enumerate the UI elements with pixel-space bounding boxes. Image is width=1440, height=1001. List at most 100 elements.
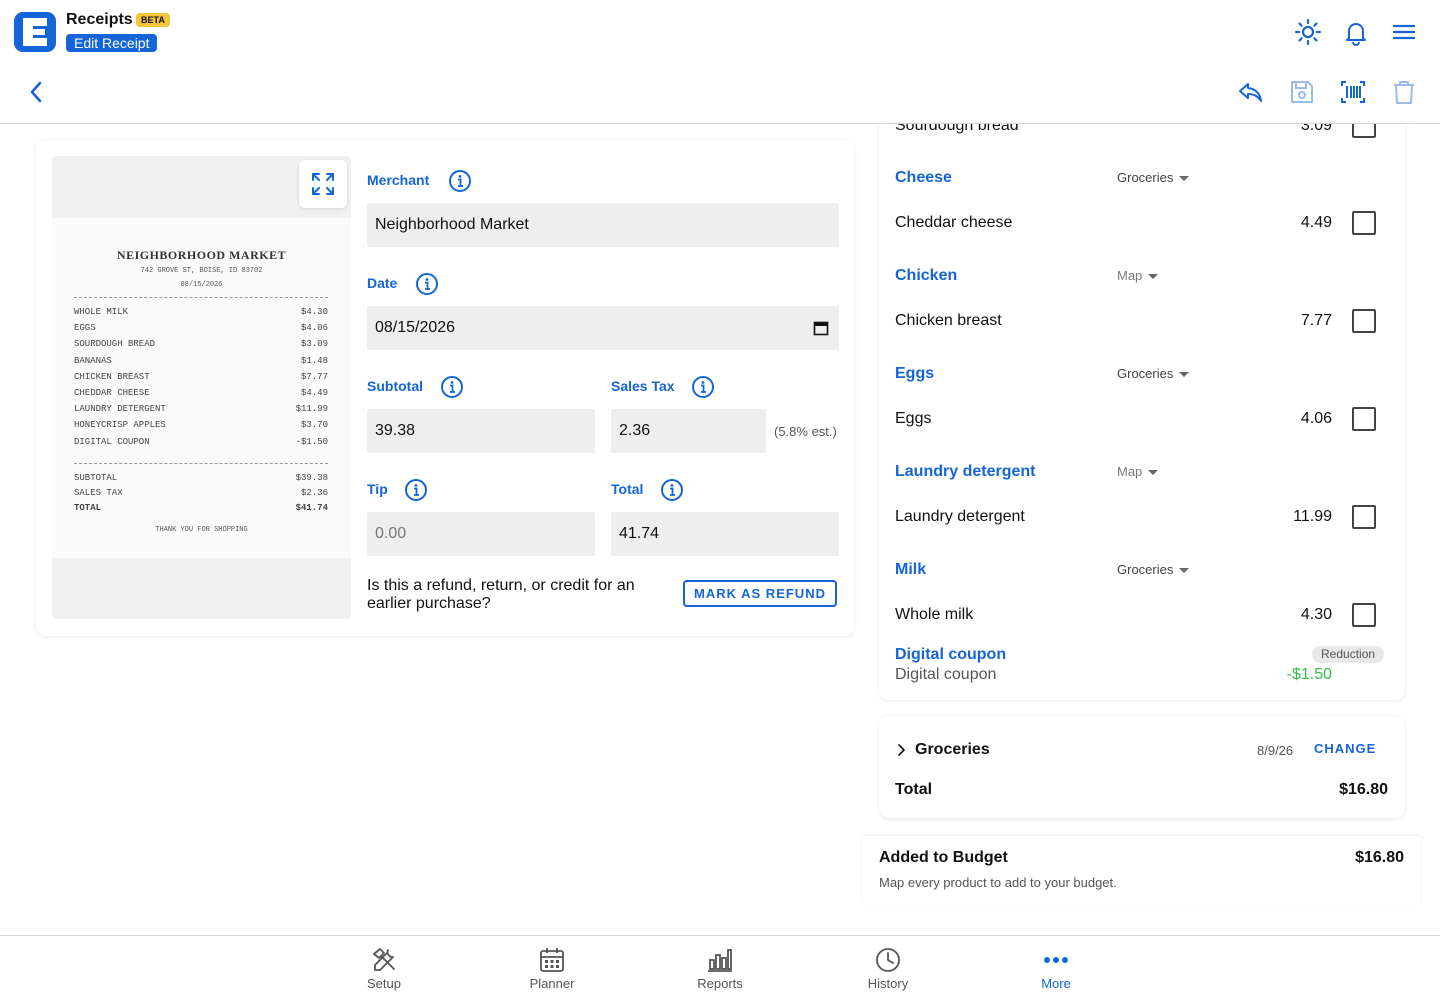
item-name: Laundry detergent xyxy=(895,508,1025,525)
page-label: Edit Receipt xyxy=(66,34,158,52)
sales-tax-label: Sales Tax xyxy=(611,378,675,394)
nav-item-setup[interactable]: Setup xyxy=(334,936,434,1001)
item-checkbox[interactable] xyxy=(1352,603,1376,627)
reduction-amount: -$1.50 xyxy=(1286,666,1332,683)
date-info-icon[interactable] xyxy=(415,272,439,296)
receipt-line: DIGITAL COUPON -$1.50 xyxy=(74,437,328,447)
refund-question: Is this a refund, return, or credit for … xyxy=(367,577,635,612)
item-checkbox[interactable] xyxy=(1352,505,1376,529)
back-chevron-icon[interactable] xyxy=(24,78,50,106)
sales-tax-input[interactable]: 2.36 xyxy=(611,409,766,453)
budget-category-dropdown[interactable]: Groceries xyxy=(1117,562,1190,577)
category-name[interactable]: Milk xyxy=(895,561,926,579)
budget-category-dropdown[interactable]: Map xyxy=(1117,268,1159,283)
bottom-nav: Setup Planner Reports History More xyxy=(0,935,1440,1000)
nav-item-planner[interactable]: Planner xyxy=(502,936,602,1001)
receipt-line-amount: $4.49 xyxy=(300,388,328,398)
tip-info-icon[interactable] xyxy=(404,478,428,502)
item-checkbox[interactable] xyxy=(1352,309,1376,333)
item-name: Whole milk xyxy=(895,606,974,623)
item-checkbox[interactable] xyxy=(1352,211,1376,235)
budget-category-value: Groceries xyxy=(1117,170,1174,185)
budget-category-dropdown[interactable]: Groceries xyxy=(1117,366,1190,381)
item-checkbox[interactable] xyxy=(1352,124,1376,138)
category-name[interactable]: Eggs xyxy=(895,365,934,383)
merchant-info-icon[interactable] xyxy=(448,169,472,193)
item-price: 7.77 xyxy=(1300,312,1332,329)
calendar-picker-icon[interactable] xyxy=(813,320,829,336)
category-name[interactable]: Cheese xyxy=(895,169,952,187)
item-price: 11.99 xyxy=(1293,508,1332,525)
caret-down-icon xyxy=(1148,274,1159,280)
beta-badge: BETA xyxy=(136,13,170,27)
subtotal-label: Subtotal xyxy=(367,378,423,394)
item-price: 4.49 xyxy=(1300,214,1332,231)
item-price: 3.09 xyxy=(1300,124,1332,134)
trash-icon[interactable] xyxy=(1390,78,1418,106)
receipt-line-name: EGGS xyxy=(74,323,96,334)
group-name[interactable]: Groceries xyxy=(915,741,990,759)
budget-category-dropdown[interactable]: Map xyxy=(1117,464,1159,479)
receipt-line: WHOLE MILK $4.30 xyxy=(74,307,328,317)
app-header: Receipts BETA Edit Receipt xyxy=(0,0,1440,124)
sales-tax-info-icon[interactable] xyxy=(691,375,715,399)
sun-icon[interactable] xyxy=(1294,18,1322,46)
item-checkbox[interactable] xyxy=(1352,407,1376,431)
receipt-line-name: CHICKEN BREAST xyxy=(74,371,150,382)
item-group: Cheese Groceries Cheddar cheese 4.49 xyxy=(879,169,1405,259)
reduction-category-name[interactable]: Digital coupon xyxy=(895,646,1006,664)
item-name: Chicken breast xyxy=(895,312,1002,329)
change-button[interactable]: CHANGE xyxy=(1314,741,1376,756)
budget-category-value: Groceries xyxy=(1117,366,1174,381)
save-icon[interactable] xyxy=(1288,78,1316,106)
info-icon xyxy=(416,273,438,295)
subtotal-input[interactable]: 39.38 xyxy=(367,409,595,453)
receipt-line: HONEYCRISP APPLES $3.70 xyxy=(74,420,328,430)
receipt-line-amount: -$1.50 xyxy=(295,436,328,447)
total-info-icon[interactable] xyxy=(660,478,684,502)
receipt-line-amount: $11.99 xyxy=(295,404,328,415)
reply-icon[interactable] xyxy=(1236,78,1264,106)
receipt-address: 742 GROVE ST, BOISE, ID 83702 xyxy=(140,267,263,275)
menu-icon[interactable] xyxy=(1390,18,1418,46)
nav-item-more[interactable]: More xyxy=(1006,936,1106,1001)
tip-input[interactable]: 0.00 xyxy=(367,512,595,556)
receipt-total-name: TOTAL xyxy=(74,503,102,513)
receipt-line: EGGS $4.06 xyxy=(74,323,328,333)
nav-item-reports[interactable]: Reports xyxy=(670,936,770,1001)
item-name: Sourdough bread xyxy=(895,124,1019,134)
item-group: Laundry detergent Map Laundry detergent 11.… xyxy=(879,463,1405,553)
budget-category-dropdown[interactable]: Groceries xyxy=(1117,170,1190,185)
bell-icon[interactable] xyxy=(1342,18,1370,46)
receipt-divider xyxy=(74,463,328,464)
category-name[interactable]: Laundry detergent xyxy=(895,463,1035,481)
receipt-line: SOURDOUGH BREAD $3.09 xyxy=(74,339,328,349)
reduction-badge: Reduction xyxy=(1312,646,1385,663)
merchant-input[interactable]: Neighborhood Market xyxy=(367,203,839,247)
mark-as-refund-button[interactable]: MARK AS REFUND xyxy=(683,580,837,607)
expand-image-button[interactable] xyxy=(299,160,347,208)
category-name[interactable]: Chicken xyxy=(895,267,957,285)
receipt-total-amount: $41.74 xyxy=(295,503,328,513)
receipt-image[interactable]: NEIGHBORHOOD MARKET 742 GROVE ST, BOISE,… xyxy=(52,218,351,558)
sales-tax-estimate: (5.8% est.) xyxy=(774,424,837,439)
total-input[interactable]: 41.74 xyxy=(611,512,839,556)
budget-title: Added to Budget xyxy=(879,849,1008,866)
nav-item-history[interactable]: History xyxy=(838,936,938,1001)
item-price: 4.30 xyxy=(1300,606,1332,623)
chevron-right-icon[interactable] xyxy=(895,742,909,758)
date-input[interactable]: 08/15/2026 xyxy=(367,306,839,350)
subtotal-info-icon[interactable] xyxy=(440,375,464,399)
receipt-total-amount: $2.36 xyxy=(300,488,328,498)
receipt-line-amount: $4.06 xyxy=(300,323,328,334)
budget-group-card: Groceries 8/9/26 CHANGE Total $16.80 xyxy=(879,716,1405,818)
nav-item-label: Reports xyxy=(697,976,743,991)
nav-item-label: Planner xyxy=(529,976,575,991)
barcode-icon[interactable] xyxy=(1339,78,1367,106)
receipt-line: CHICKEN BREAST $7.77 xyxy=(74,372,328,382)
receipt-total-line: TOTAL $41.74 xyxy=(74,503,328,513)
expand-icon xyxy=(312,173,334,195)
logo-e-icon xyxy=(23,18,47,46)
app-logo[interactable] xyxy=(14,12,56,52)
summary-total-value: $16.80 xyxy=(1339,781,1388,798)
